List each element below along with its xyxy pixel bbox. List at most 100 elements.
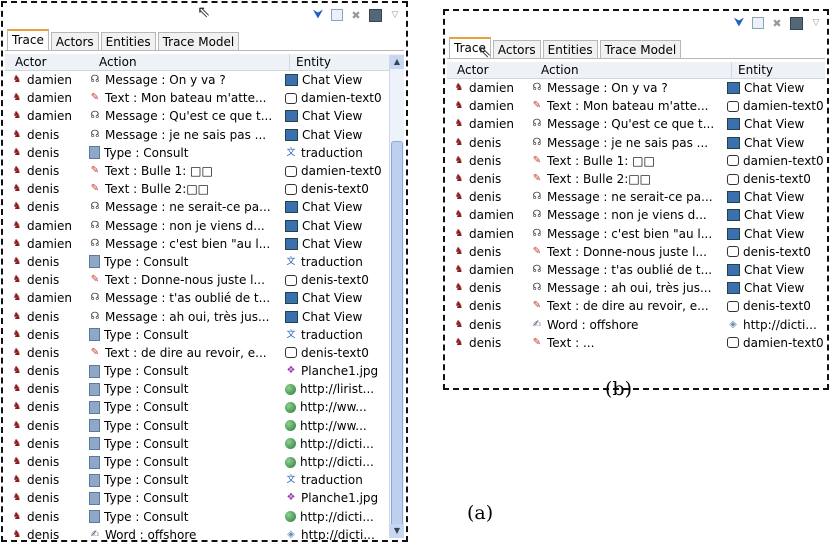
table-row[interactable]: ♞ damien ☊ Message : On y va ? Chat View [5, 71, 404, 89]
table-row[interactable]: ♞ denis Type : Consult http://dicti... [5, 435, 404, 453]
filter-icon[interactable]: ⮟ [311, 8, 325, 22]
actor-cell: ♞ denis [5, 200, 89, 214]
actor-cell: ♞ denis [5, 146, 89, 160]
table-row[interactable]: ♞ denis Type : Consult http://dicti... [5, 453, 404, 471]
table-row[interactable]: ♞ denis Type : Consult http://ww... [5, 398, 404, 416]
tab-trace-model[interactable]: Trace Model [599, 40, 682, 59]
column-header-actor[interactable]: Actor [447, 62, 541, 78]
table-row[interactable]: ♞ denis Type : Consult ❖ Planche1.jpg [5, 362, 404, 380]
table-row[interactable]: ♞ denis ✎ Text : Bulle 1: □□ damien-text0 [447, 152, 825, 170]
actor-cell-text: denis [27, 273, 60, 288]
table-header: Actor Action Entity [5, 54, 404, 71]
table-row[interactable]: ♞ damien ☊ Message : On y va ? Chat View [447, 79, 825, 97]
vertical-scrollbar[interactable]: ▲ ▼ [389, 55, 404, 538]
save-icon[interactable] [369, 8, 382, 22]
table-row[interactable]: ♞ damien ☊ Message : non je viens d... Chat … [5, 217, 404, 235]
person-icon: ♞ [12, 146, 22, 158]
table-row[interactable]: ♞ damien ☊ Message : Qu'est ce que t... Chat… [5, 107, 404, 125]
column-header-action[interactable]: Action [99, 54, 289, 70]
entity-cell-text: damien-text0 [743, 335, 824, 350]
column-header-action[interactable]: Action [541, 62, 731, 78]
table-row[interactable]: ♞ denis Type : Consult 文 traduction [5, 471, 404, 489]
textbox-icon [727, 337, 739, 349]
close-icon[interactable]: ✖ [770, 16, 784, 30]
actor-cell-text: denis [27, 200, 60, 215]
tab-trace-model[interactable]: Trace Model [157, 32, 240, 51]
table-row[interactable]: ♞ denis Type : Consult http://ww... [5, 417, 404, 435]
table-row[interactable]: ♞ denis ✎ Text : Bulle 2:□□ denis-text0 [447, 170, 825, 188]
table-row[interactable]: ♞ denis ✎ Text : de dire au revoir, e... den… [5, 344, 404, 362]
actor-cell-text: denis [27, 254, 60, 269]
entity-cell: 文 traduction [285, 473, 404, 487]
globe-icon [285, 438, 296, 450]
action-cell: ✎ Text : Bulle 2:□□ [89, 182, 285, 196]
table-row[interactable]: ♞ denis ✍ Word : offshore ◈ http://dicti... [447, 315, 825, 333]
action-cell-text: Text : Bulle 1: □□ [105, 164, 213, 179]
person-icon: ♞ [12, 74, 22, 86]
table-row[interactable]: ♞ denis ✎ Text : Donne-nous juste l... denis… [447, 243, 825, 261]
link-icon: ◈ [287, 528, 295, 540]
tab-actors[interactable]: Actors [492, 40, 541, 59]
tab-entities[interactable]: Entities [100, 32, 156, 51]
table-row[interactable]: ♞ damien ☊ Message : non je viens d... Chat … [447, 206, 825, 224]
entity-cell-text: Chat View [744, 262, 805, 277]
table-row[interactable]: ♞ denis ✎ Text : ... damien-text0 [447, 334, 825, 352]
table-row[interactable]: ♞ damien ✎ Text : Mon bateau m'atte... damie… [447, 97, 825, 115]
message-icon: ☊ [90, 237, 100, 249]
table-row[interactable]: ♞ damien ☊ Message : c'est bien "au l... Cha… [447, 225, 825, 243]
action-cell: ✎ Text : Donne-nous juste l... [89, 273, 285, 287]
column-header-entity[interactable]: Entity [731, 62, 825, 78]
table-row[interactable]: ♞ denis ☊ Message : je ne sais pas ... Chat … [5, 126, 404, 144]
tab-trace[interactable]: Trace [7, 29, 49, 51]
actor-cell: ♞ denis [5, 528, 89, 540]
table-row[interactable]: ♞ damien ☊ Message : t'as oublié de t... Cha… [5, 289, 404, 307]
trace-view-panel-a: ⮟ ✖ ▽ Trace Actors Entities Trace Model … [1, 1, 408, 542]
table-row[interactable]: ♞ denis Type : Consult http://lirist... [5, 380, 404, 398]
table-row[interactable]: ♞ denis ☊ Message : ne serait-ce pa... Chat … [5, 198, 404, 216]
action-cell-text: Text : Bulle 1: □□ [547, 153, 655, 168]
table-row[interactable]: ♞ denis ✍ Word : offshore ◈ http://dicti... [5, 526, 404, 540]
person-icon: ♞ [12, 274, 22, 286]
entity-cell-text: Chat View [302, 291, 363, 306]
table-row[interactable]: ♞ denis ✎ Text : Donne-nous juste l... denis… [5, 271, 404, 289]
columns-icon[interactable] [331, 9, 343, 21]
pencil-icon: ✎ [90, 183, 100, 195]
pencil-icon: ✎ [532, 100, 542, 112]
translation-icon: 文 [286, 475, 296, 486]
tab-actors[interactable]: Actors [50, 32, 99, 51]
table-row[interactable]: ♞ denis ✎ Text : Bulle 1: □□ damien-text0 [5, 162, 404, 180]
table-row[interactable]: ♞ damien ☊ Message : t'as oublié de t... Cha… [447, 261, 825, 279]
table-row[interactable]: ♞ damien ☊ Message : c'est bien "au l... Cha… [5, 235, 404, 253]
columns-icon[interactable] [752, 17, 764, 29]
action-cell: ✎ Text : Mon bateau m'atte... [531, 99, 727, 113]
table-row[interactable]: ♞ denis ☊ Message : ne serait-ce pa... Chat … [447, 188, 825, 206]
tab-entities[interactable]: Entities [542, 40, 598, 59]
scroll-down-icon[interactable]: ▼ [390, 524, 404, 538]
table-row[interactable]: ♞ denis Type : Consult 文 traduction [5, 144, 404, 162]
action-cell: ☊ Message : On y va ? [531, 81, 727, 95]
table-row[interactable]: ♞ denis ☊ Message : ah oui, très jus... Chat… [447, 279, 825, 297]
table-row[interactable]: ♞ denis Type : Consult ❖ Planche1.jpg [5, 489, 404, 507]
table-row[interactable]: ♞ denis ☊ Message : je ne sais pas ... Chat … [447, 134, 825, 152]
actor-cell: ♞ denis [447, 172, 531, 186]
table-row[interactable]: ♞ denis ☊ Message : ah oui, très jus... Chat… [5, 307, 404, 325]
scrollbar-thumb[interactable] [391, 141, 403, 535]
table-row[interactable]: ♞ denis ✎ Text : de dire au revoir, e... den… [447, 297, 825, 315]
column-header-actor[interactable]: Actor [5, 54, 99, 70]
table-row[interactable]: ♞ denis ✎ Text : Bulle 2:□□ denis-text0 [5, 180, 404, 198]
word-icon: ✍ [90, 528, 100, 540]
table-row[interactable]: ♞ denis Type : Consult 文 traduction [5, 253, 404, 271]
table-row[interactable]: ♞ damien ☊ Message : Qu'est ce que t... Chat… [447, 115, 825, 133]
close-icon[interactable]: ✖ [349, 8, 363, 22]
column-header-entity[interactable]: Entity [289, 54, 404, 70]
action-cell-text: Type : Consult [104, 145, 189, 160]
save-icon[interactable] [790, 16, 803, 30]
scroll-up-icon[interactable]: ▲ [390, 55, 404, 69]
filter-icon[interactable]: ⮟ [732, 16, 746, 30]
table-row[interactable]: ♞ damien ✎ Text : Mon bateau m'atte... damie… [5, 89, 404, 107]
table-row[interactable]: ♞ denis Type : Consult 文 traduction [5, 326, 404, 344]
view-menu-icon[interactable]: ▽ [388, 8, 402, 22]
view-menu-icon[interactable]: ▽ [809, 16, 823, 30]
pencil-icon: ✎ [90, 165, 100, 177]
table-row[interactable]: ♞ denis Type : Consult http://dicti... [5, 508, 404, 526]
